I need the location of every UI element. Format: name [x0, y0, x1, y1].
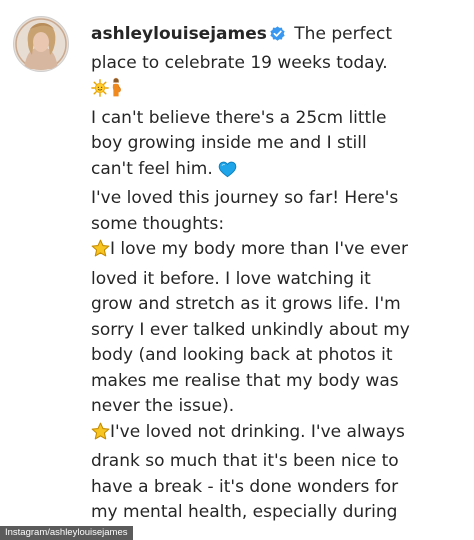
- caption-line: boy growing inside me and I still: [91, 133, 367, 153]
- caption-text: can't feel him.: [91, 158, 213, 179]
- caption-line: ashleylouisejames The perfect: [91, 22, 463, 51]
- pregnant-woman-emoji-icon: [109, 77, 123, 106]
- caption-line: I've loved this journey so far! Here's: [91, 188, 399, 208]
- caption-line: loved it before. I love watching it: [91, 268, 371, 289]
- star-emoji-icon: [91, 239, 110, 267]
- caption-line: drank so much that it's been nice to: [91, 451, 399, 471]
- blue-heart-emoji-icon: [218, 161, 237, 187]
- caption-line: body (and looking back at photos it: [91, 345, 393, 365]
- avatar[interactable]: [13, 16, 69, 72]
- caption-line: I can't believe there's a 25cm little: [91, 107, 387, 128]
- caption-line: my mental health, especially during: [91, 502, 398, 522]
- verified-badge-icon: [269, 25, 286, 51]
- caption-line: makes me realise that my body was: [91, 370, 399, 391]
- caption-line: I've loved not drinking. I've always: [91, 420, 463, 450]
- caption-text: The perfect: [294, 24, 393, 44]
- caption-line: can't feel him.: [91, 157, 463, 187]
- caption-text: I love my body more than I've ever: [110, 239, 408, 259]
- star-emoji-icon: [91, 422, 110, 450]
- caption-line: place to celebrate 19 weeks today.: [91, 52, 388, 73]
- caption-line: sorry I ever talked unkindly about my: [91, 319, 410, 340]
- caption-line: never the issue).: [91, 396, 235, 416]
- caption-line: grow and stretch as it grows life. I'm: [91, 294, 401, 314]
- caption-text: I've loved not drinking. I've always: [110, 421, 405, 442]
- photo-credit: Instagram/ashleylouisejames: [0, 526, 133, 540]
- sun-emoji-icon: [91, 79, 109, 106]
- instagram-post-caption: ashleylouisejames The perfect place to c…: [0, 0, 474, 540]
- caption-line: some thoughts:: [91, 213, 225, 234]
- post-caption: ashleylouisejames The perfect place to c…: [91, 22, 463, 526]
- caption-line: I love my body more than I've ever: [91, 237, 463, 267]
- caption-line: [91, 76, 463, 106]
- username-link[interactable]: ashleylouisejames: [91, 24, 267, 44]
- caption-line: have a break - it's done wonders for: [91, 476, 399, 497]
